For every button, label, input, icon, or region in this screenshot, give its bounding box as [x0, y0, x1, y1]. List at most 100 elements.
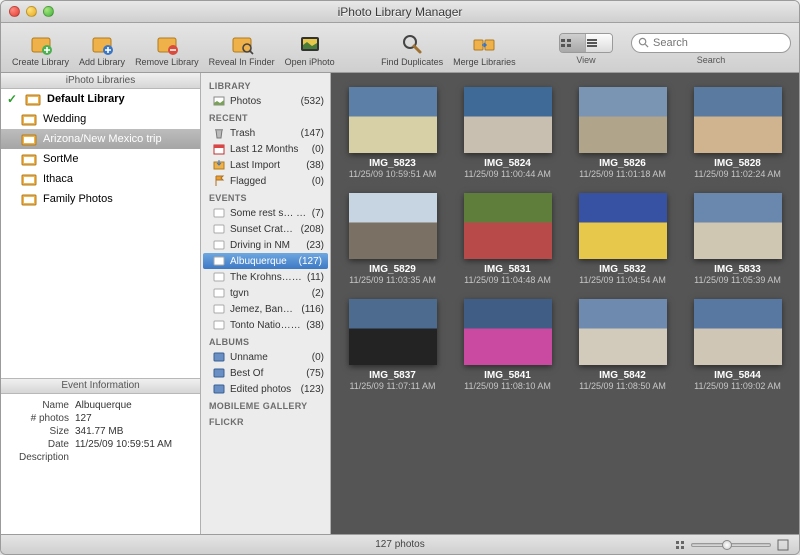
- source-item-label: Driving in NM: [230, 240, 301, 251]
- photo-thumbnail[interactable]: IMG_583311/25/09 11:05:39 AM: [684, 193, 791, 285]
- source-item[interactable]: Photos (532): [201, 93, 330, 109]
- photo-thumbnail[interactable]: IMG_584411/25/09 11:09:02 AM: [684, 299, 791, 391]
- app-window: iPhoto Library Manager Create Library Ad…: [0, 0, 800, 555]
- photo-thumbnail[interactable]: IMG_582611/25/09 11:01:18 AM: [569, 87, 676, 179]
- remove-library-button[interactable]: Remove Library: [132, 31, 202, 67]
- open-iphoto-icon: [297, 31, 323, 57]
- zoom-large-icon: [777, 539, 789, 551]
- source-item[interactable]: Trash (147): [201, 125, 330, 141]
- library-item[interactable]: ✓Default Library: [1, 89, 200, 109]
- create-library-icon: [28, 31, 54, 57]
- photo-thumbnail[interactable]: IMG_584111/25/09 11:08:10 AM: [454, 299, 561, 391]
- source-item[interactable]: Last Import (38): [201, 157, 330, 173]
- source-item[interactable]: Some rest s… , near AZ (7): [201, 205, 330, 221]
- photo-thumbnail[interactable]: IMG_582911/25/09 11:03:35 AM: [339, 193, 446, 285]
- library-icon: [21, 172, 37, 186]
- photo-name: IMG_5844: [714, 370, 761, 381]
- source-item[interactable]: Unname (0): [201, 349, 330, 365]
- source-list: LIBRARYPhotos (532)RECENTTrash (147)Last…: [201, 73, 331, 534]
- photo-thumbnail[interactable]: IMG_584211/25/09 11:08:50 AM: [569, 299, 676, 391]
- photo-image: [464, 299, 552, 365]
- zoom-slider[interactable]: [691, 543, 771, 547]
- photo-thumbnail[interactable]: IMG_583211/25/09 11:04:54 AM: [569, 193, 676, 285]
- photo-thumbnail[interactable]: IMG_583111/25/09 11:04:48 AM: [454, 193, 561, 285]
- source-item[interactable]: Sunset Crate…i Ruins (208): [201, 221, 330, 237]
- source-item-label: Albuquerque: [230, 256, 294, 267]
- source-item[interactable]: tgvn (2): [201, 285, 330, 301]
- photo-thumbnail[interactable]: IMG_582411/25/09 11:00:44 AM: [454, 87, 561, 179]
- photo-thumbnail[interactable]: IMG_583711/25/09 11:07:11 AM: [339, 299, 446, 391]
- library-item[interactable]: Wedding: [1, 109, 200, 129]
- source-item-icon: [213, 383, 225, 395]
- library-item[interactable]: Ithaca: [1, 169, 200, 189]
- search-input[interactable]: [653, 37, 784, 49]
- photo-image: [464, 87, 552, 153]
- source-item-count: (0): [312, 352, 324, 363]
- view-mode-segment: [559, 33, 613, 53]
- window-title: iPhoto Library Manager: [1, 5, 799, 19]
- photo-date: 11/25/09 11:09:02 AM: [694, 381, 781, 391]
- source-item-icon: [213, 143, 225, 155]
- library-item[interactable]: Arizona/New Mexico trip: [1, 129, 200, 149]
- open-iphoto-button[interactable]: Open iPhoto: [282, 31, 338, 67]
- photo-name: IMG_5831: [484, 264, 531, 275]
- info-value: 341.77 MB: [75, 426, 123, 437]
- source-item-count: (0): [312, 176, 324, 187]
- create-library-button[interactable]: Create Library: [9, 31, 72, 67]
- view-grid-button[interactable]: [560, 34, 586, 52]
- source-item-count: (532): [301, 96, 324, 107]
- source-item-label: Trash: [230, 128, 296, 139]
- view-label: View: [576, 55, 595, 65]
- source-item[interactable]: Edited photos (123): [201, 381, 330, 397]
- photo-date: 11/25/09 11:03:35 AM: [349, 275, 436, 285]
- source-item-count: (208): [301, 224, 324, 235]
- photo-thumbnail[interactable]: IMG_582811/25/09 11:02:24 AM: [684, 87, 791, 179]
- info-label: Description: [9, 452, 69, 463]
- libraries-list: ✓Default LibraryWeddingArizona/New Mexic…: [1, 89, 200, 249]
- event-info: NameAlbuquerque # photos127 Size341.77 M…: [1, 394, 200, 535]
- info-label: Name: [9, 400, 69, 411]
- library-item[interactable]: SortMe: [1, 149, 200, 169]
- source-item-label: Tonto Natio…orest, Az: [230, 320, 301, 331]
- info-value: Albuquerque: [75, 400, 132, 411]
- reveal-in-finder-icon: [229, 31, 255, 57]
- view-list-button[interactable]: [586, 34, 612, 52]
- source-item[interactable]: Albuquerque (127): [203, 253, 328, 269]
- photo-name: IMG_5832: [599, 264, 646, 275]
- add-library-button[interactable]: Add Library: [76, 31, 128, 67]
- source-group-header: MOBILEME GALLERY: [201, 397, 330, 413]
- photo-grid-panel[interactable]: IMG_582311/25/09 10:59:51 AMIMG_582411/2…: [331, 73, 799, 534]
- photo-image: [464, 193, 552, 259]
- zoom-control: [675, 539, 789, 551]
- source-item[interactable]: Jemez, Band…4 views (116): [201, 301, 330, 317]
- source-item[interactable]: Tonto Natio…orest, Az (38): [201, 317, 330, 333]
- photo-thumbnail[interactable]: IMG_582311/25/09 10:59:51 AM: [339, 87, 446, 179]
- source-item[interactable]: Best Of (75): [201, 365, 330, 381]
- find-duplicates-button[interactable]: Find Duplicates: [378, 31, 446, 67]
- source-item[interactable]: The Krohns…uquerque (11): [201, 269, 330, 285]
- photo-date: 11/25/09 11:04:54 AM: [579, 275, 666, 285]
- library-icon: [21, 112, 37, 126]
- merge-libraries-button[interactable]: Merge Libraries: [450, 31, 519, 67]
- photo-grid: IMG_582311/25/09 10:59:51 AMIMG_582411/2…: [339, 87, 791, 391]
- source-item[interactable]: Driving in NM (23): [201, 237, 330, 253]
- zoom-knob[interactable]: [722, 540, 732, 550]
- photo-image: [579, 299, 667, 365]
- search-field[interactable]: [631, 33, 791, 53]
- library-name: Default Library: [47, 93, 125, 105]
- toolbar-label: Reveal In Finder: [209, 57, 275, 67]
- source-item-icon: [213, 319, 225, 331]
- library-item[interactable]: Family Photos: [1, 189, 200, 209]
- source-item[interactable]: Last 12 Months (0): [201, 141, 330, 157]
- source-item-icon: [213, 303, 225, 315]
- library-name: SortMe: [43, 153, 78, 165]
- source-item-label: Sunset Crate…i Ruins: [230, 224, 296, 235]
- toolbar-label: Remove Library: [135, 57, 199, 67]
- zoom-small-icon: [675, 540, 685, 550]
- library-icon: [25, 92, 41, 106]
- source-item[interactable]: Flagged (0): [201, 173, 330, 189]
- reveal-in-finder-button[interactable]: Reveal In Finder: [206, 31, 278, 67]
- search-group: Search: [631, 33, 791, 65]
- photo-name: IMG_5823: [369, 158, 416, 169]
- photo-image: [349, 193, 437, 259]
